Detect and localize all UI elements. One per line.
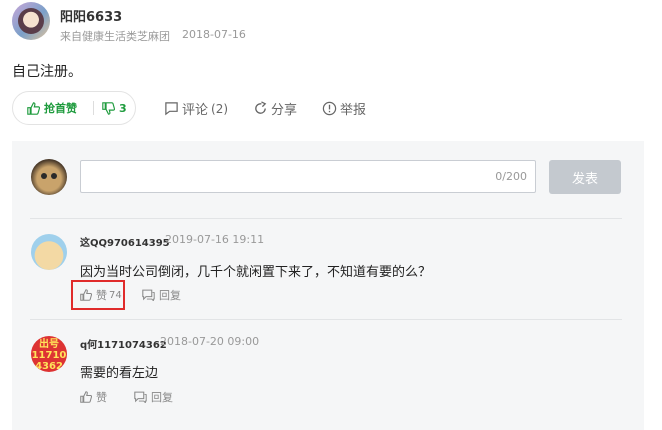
comment-button[interactable]: 评论 (2) <box>164 99 228 118</box>
reply-button[interactable]: 回复 <box>134 389 173 405</box>
report-icon <box>322 101 337 116</box>
reply-label: 回复 <box>151 391 173 404</box>
comment-time: 2019-07-16 19:11 <box>165 233 265 246</box>
like-button[interactable]: 赞 <box>80 389 107 405</box>
comment-icon <box>165 102 178 116</box>
comment-author[interactable]: 这QQ970614395 <box>80 234 170 249</box>
thumb-up-icon <box>27 101 40 115</box>
comment-label: 评论 <box>182 103 209 118</box>
comment-input[interactable]: 0/200 <box>80 160 536 193</box>
avatar-line: 11710 <box>31 350 67 361</box>
char-count: 0/200 <box>495 170 527 183</box>
like-label: 赞 <box>96 391 107 404</box>
report-button[interactable]: 举报 <box>322 99 366 118</box>
reply-label: 回复 <box>159 289 181 302</box>
comment-avatar[interactable]: 出号 11710 4362 <box>31 336 67 372</box>
report-label: 举报 <box>340 103 367 118</box>
post-content: 自己注册。 <box>12 64 82 80</box>
reply-icon <box>142 289 155 301</box>
share-label: 分享 <box>271 103 298 118</box>
author-avatar[interactable] <box>12 2 50 40</box>
thumb-up-icon <box>80 391 92 403</box>
upvote-label: 抢首赞 <box>44 102 77 115</box>
share-icon <box>255 101 267 114</box>
submit-comment-button[interactable]: 发表 <box>549 160 621 194</box>
vote-divider <box>93 101 94 115</box>
comment-avatar[interactable] <box>31 234 67 270</box>
divider <box>30 218 622 219</box>
avatar-line: 出号 <box>39 339 59 350</box>
comment-text: 因为当时公司倒闭，几千个就闲置下来了，不知道有要的么？ <box>80 265 432 280</box>
divider <box>30 319 622 320</box>
comment-count: (2) <box>211 101 229 116</box>
comment-author[interactable]: q何1171074362 <box>80 336 167 351</box>
post-source[interactable]: 来自健康生活类芝麻团 <box>60 28 170 44</box>
vote-box: 抢首赞 3 <box>12 91 136 125</box>
reply-button[interactable]: 回复 <box>142 287 181 303</box>
downvote-count: 3 <box>119 101 127 115</box>
downvote-button[interactable]: 3 <box>102 102 127 115</box>
comment-text: 需要的看左边 <box>80 366 159 381</box>
upvote-button[interactable]: 抢首赞 <box>13 100 93 116</box>
thumb-down-icon <box>102 101 115 115</box>
post-date: 2018-07-16 <box>182 28 246 41</box>
highlight-box <box>71 280 125 310</box>
author-name[interactable]: 阳阳6633 <box>60 6 122 25</box>
current-user-avatar <box>31 159 67 195</box>
comment-time: 2018-07-20 09:00 <box>160 335 260 348</box>
reply-icon <box>134 391 147 403</box>
share-button[interactable]: 分享 <box>253 99 297 118</box>
